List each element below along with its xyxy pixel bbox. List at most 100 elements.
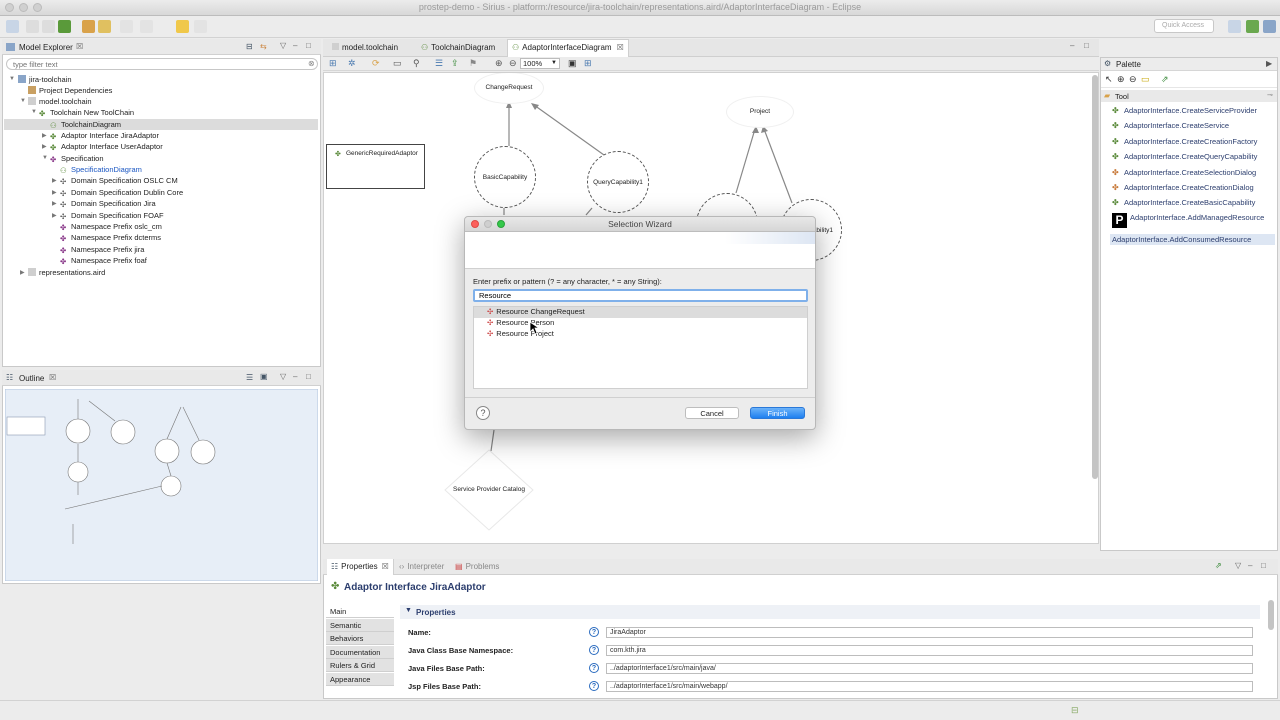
prop-tab-main[interactable]: Main xyxy=(326,605,394,618)
tree-item-model-toolchain[interactable]: model.toolchain xyxy=(28,96,92,107)
minimize-icon[interactable]: – xyxy=(1070,41,1074,50)
arrange-icon[interactable]: ✲ xyxy=(348,58,356,69)
maximize-icon[interactable]: □ xyxy=(306,41,311,50)
tab-toolchain-diagram[interactable]: ⚇ ToolchainDiagram xyxy=(417,40,499,56)
build-icon[interactable] xyxy=(98,20,111,33)
java-namespace-field[interactable]: com.kth.jira xyxy=(606,645,1253,656)
tab-interpreter[interactable]: ‹› Interpreter xyxy=(395,559,448,575)
result-item[interactable]: ✣ Resource Project xyxy=(487,328,554,339)
tab-adaptor-interface-diagram[interactable]: ⚇ AdaptorInterfaceDiagram ☒ xyxy=(507,39,629,57)
tree-item-domain-jira[interactable]: ✣ Domain Specification Jira xyxy=(60,198,156,209)
help-icon[interactable]: ? xyxy=(589,663,599,673)
export-image-icon[interactable]: ▣ xyxy=(568,58,577,69)
clear-filter-icon[interactable]: ⊗ xyxy=(308,59,315,68)
view-menu-icon[interactable]: ▽ xyxy=(280,41,286,50)
sirius-perspective-icon[interactable] xyxy=(1246,20,1259,33)
collapse-palette-icon[interactable]: ▶ xyxy=(1266,59,1272,68)
palette-group-header[interactable]: ▰ Tool ⊸ xyxy=(1101,90,1277,102)
minimize-icon[interactable]: – xyxy=(293,41,297,50)
palette-item-create-creation-dialog[interactable]: ✤ AdaptorInterface.CreateCreationDialog xyxy=(1112,183,1254,195)
next-annotation-icon[interactable] xyxy=(120,20,133,33)
close-icon[interactable]: ☒ xyxy=(382,562,389,571)
tree-item-domain-foaf[interactable]: ✣ Domain Specification FOAF xyxy=(60,210,164,221)
node-project[interactable]: Project xyxy=(727,97,793,127)
outline-overview-icon[interactable]: ▣ xyxy=(260,372,268,381)
close-icon[interactable]: ☒ xyxy=(617,43,624,52)
back-icon[interactable] xyxy=(176,20,189,33)
node-change-request[interactable]: ChangeRequest xyxy=(475,73,543,103)
palette-item-create-basic-capability[interactable]: ✤ AdaptorInterface.CreateBasicCapability xyxy=(1112,198,1255,210)
zoom-select[interactable]: 100% ▼ xyxy=(520,58,560,69)
previous-annotation-icon[interactable] xyxy=(140,20,153,33)
grid-icon[interactable]: ⊞ xyxy=(584,58,592,69)
pin-view-icon[interactable]: ⇗ xyxy=(1215,561,1222,570)
jsp-path-field[interactable]: ../adaptorInterface1/src/main/webapp/ xyxy=(606,681,1253,692)
forward-icon[interactable] xyxy=(194,20,207,33)
tab-model-toolchain[interactable]: model.toolchain xyxy=(328,40,402,56)
pin-icon[interactable]: ⚑ xyxy=(469,58,477,69)
tab-properties[interactable]: ☷ Properties ☒ xyxy=(327,559,394,575)
prop-tab-documentation[interactable]: Documentation xyxy=(326,646,394,659)
outline-tab[interactable]: Outline xyxy=(19,374,44,383)
palette-item-create-selection-dialog[interactable]: ✤ AdaptorInterface.CreateSelectionDialog xyxy=(1112,168,1256,180)
scrollbar-thumb[interactable] xyxy=(1092,75,1098,479)
palette-item-create-service-provider[interactable]: ✤ AdaptorInterface.CreateServiceProvider xyxy=(1112,106,1257,118)
zoom-in-icon[interactable]: ⊕ xyxy=(495,58,503,69)
cancel-button[interactable]: Cancel xyxy=(685,407,739,419)
select-all-icon[interactable]: ⊞ xyxy=(329,58,337,69)
prop-tab-appearance[interactable]: Appearance xyxy=(326,673,394,686)
save-all-icon[interactable] xyxy=(42,20,55,33)
model-explorer-tab[interactable]: Model Explorer xyxy=(19,43,73,52)
maximize-icon[interactable]: □ xyxy=(1084,41,1089,50)
tab-problems[interactable]: ▤ Problems xyxy=(451,559,503,575)
tree-item-project-dependencies[interactable]: Project Dependencies xyxy=(28,85,112,96)
help-icon[interactable]: ? xyxy=(476,406,490,420)
layer-icon[interactable]: ▭ xyxy=(393,58,402,69)
maximize-icon[interactable]: □ xyxy=(306,372,311,381)
maximize-icon[interactable]: □ xyxy=(1261,561,1266,570)
tree-item-jira-toolchain[interactable]: jira-toolchain xyxy=(18,74,72,85)
link-tool-icon[interactable]: ⇗ xyxy=(1161,74,1169,85)
minimize-icon[interactable]: – xyxy=(293,372,297,381)
help-icon[interactable]: ? xyxy=(589,645,599,655)
export-icon[interactable]: ⇪ xyxy=(451,58,459,69)
run-icon[interactable] xyxy=(58,20,71,33)
distribute-icon[interactable]: ☰ xyxy=(435,58,443,69)
result-item[interactable]: ✣ Resource ChangeRequest xyxy=(487,306,585,317)
tree-item-domain-oslc-cm[interactable]: ✣ Domain Specification OSLC CM xyxy=(60,175,178,186)
close-icon[interactable]: ☒ xyxy=(49,373,56,382)
tree-item-ns-oslc-cm[interactable]: ✤ Namespace Prefix oslc_cm xyxy=(60,221,162,232)
new-icon[interactable] xyxy=(6,20,19,33)
outline-tree-icon[interactable]: ☰ xyxy=(246,373,253,382)
palette-item-create-query-capability[interactable]: ✤ AdaptorInterface.CreateQueryCapability xyxy=(1112,152,1257,164)
prop-tab-behaviors[interactable]: Behaviors xyxy=(326,632,394,645)
link-editor-icon[interactable]: ⇆ xyxy=(260,42,267,51)
help-icon[interactable]: ? xyxy=(589,681,599,691)
filter-input[interactable] xyxy=(6,58,318,70)
tree-item-ns-jira[interactable]: ✤ Namespace Prefix jira xyxy=(60,244,144,255)
palette-item-create-service[interactable]: ✤ AdaptorInterface.CreateService xyxy=(1112,121,1229,133)
pin-icon[interactable]: ⊸ xyxy=(1267,91,1273,99)
properties-scrollbar[interactable] xyxy=(1268,600,1274,630)
node-basic-capability[interactable]: BasicCapability xyxy=(474,146,536,208)
collapse-all-icon[interactable]: ⊟ xyxy=(246,42,253,51)
prop-tab-rulers-grid[interactable]: Rulers & Grid xyxy=(326,659,394,672)
java-path-field[interactable]: ../adaptorInterface1/src/main/java/ xyxy=(606,663,1253,674)
tree-item-specification[interactable]: ✤ Specification xyxy=(50,153,104,164)
palette-item-add-consumed-resource[interactable]: AdaptorInterface.AddConsumedResource xyxy=(1112,235,1251,247)
tree-item-user-adaptor[interactable]: ✤ Adaptor Interface UserAdaptor xyxy=(50,141,163,152)
view-menu-icon[interactable]: ▽ xyxy=(280,372,286,381)
properties-section-header[interactable]: ▼ Properties xyxy=(400,605,1260,619)
tree-item-specification-diagram[interactable]: ⚇ SpecificationDiagram xyxy=(60,164,142,175)
minimize-icon[interactable]: – xyxy=(1248,561,1252,570)
tree-item-jira-adaptor[interactable]: ✤ Adaptor Interface JiraAdaptor xyxy=(50,130,159,141)
tree-item-ns-dcterms[interactable]: ✤ Namespace Prefix dcterms xyxy=(60,232,161,243)
tree-item-toolchain-diagram[interactable]: ⚇ ToolchainDiagram xyxy=(50,119,121,130)
close-icon[interactable]: ☒ xyxy=(76,42,83,51)
palette-item-add-managed-resource[interactable]: AdaptorInterface.AddManagedResource xyxy=(1130,213,1264,225)
tree-item-domain-dublin-core[interactable]: ✣ Domain Specification Dublin Core xyxy=(60,187,183,198)
node-query-capability[interactable]: QueryCapability1 xyxy=(587,151,649,213)
note-tool-icon[interactable]: ▭ xyxy=(1141,74,1150,85)
node-generic-required-adaptor[interactable]: ✤ GenericRequiredAdaptor xyxy=(326,144,425,189)
name-field[interactable]: JiraAdaptor xyxy=(606,627,1253,638)
